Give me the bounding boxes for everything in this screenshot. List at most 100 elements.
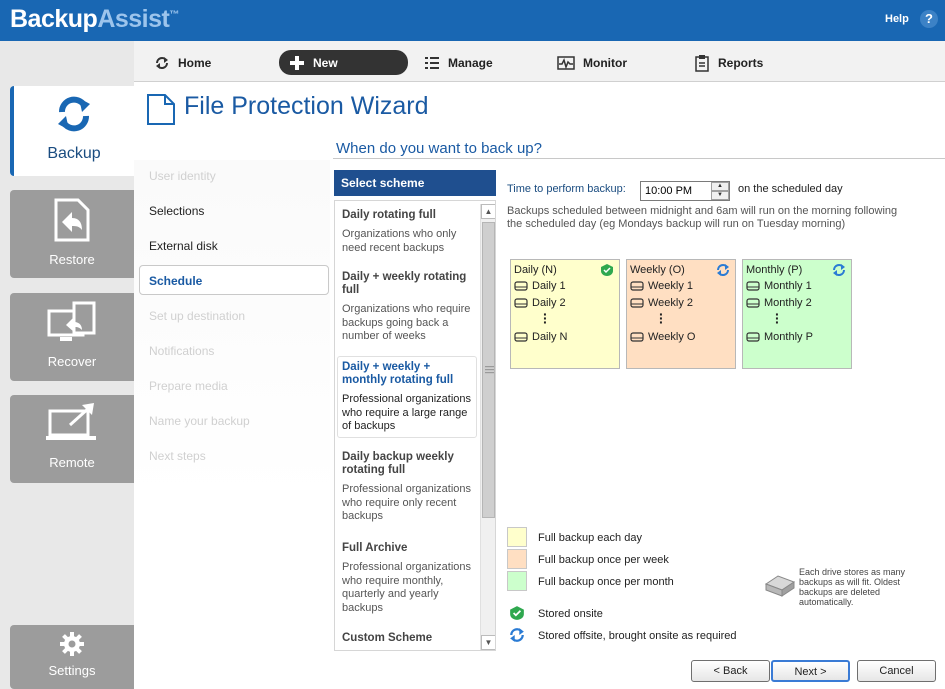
scheme-item[interactable]: Daily + weekly rotating full Organizatio… <box>342 271 477 344</box>
offsite-sync-icon <box>509 627 525 646</box>
remote-icon <box>46 403 98 446</box>
drive-item: Daily 1 <box>514 280 566 292</box>
heading-divider <box>333 158 945 159</box>
scheme-desc: Professional organizations who require o… <box>342 483 472 522</box>
legend-daily: Full backup each day <box>538 532 642 544</box>
weekly-rotation-box: Weekly (O) Weekly 1 Weekly 2 · · · Weekly … <box>626 259 736 369</box>
nav-backup[interactable]: Backup <box>10 86 134 176</box>
scheme-desc: Organizations who only need recent backu… <box>342 228 457 254</box>
monitor-pulse-icon <box>557 55 575 70</box>
nav-backup-label: Backup <box>47 145 101 162</box>
cancel-button[interactable]: Cancel <box>857 660 936 682</box>
new-button[interactable]: New <box>279 50 408 75</box>
scheme-item[interactable]: Full Archive Professional organizations … <box>342 542 477 615</box>
hard-drive-icon <box>764 574 796 601</box>
legend-swatch-weekly <box>507 549 527 569</box>
daily-title: Daily (N) <box>514 264 557 276</box>
step-next-steps: Next steps <box>149 449 206 463</box>
nav-recover[interactable]: Recover <box>10 293 134 381</box>
drive-item: Monthly 1 <box>746 280 812 292</box>
scheme-desc: Professional organizations who require m… <box>342 561 472 614</box>
nav-recover-label: Recover <box>47 354 97 369</box>
schedule-heading: When do you want to back up? <box>336 140 542 157</box>
step-schedule[interactable]: Schedule <box>149 274 202 288</box>
drive-item: Weekly O <box>630 331 695 343</box>
backup-sync-icon <box>54 94 94 137</box>
drive-icon <box>746 332 760 342</box>
drive-item: Daily 2 <box>514 297 566 309</box>
scroll-up-arrow-icon[interactable]: ▲ <box>481 204 495 219</box>
nav-settings[interactable]: Settings <box>10 625 134 689</box>
step-selections[interactable]: Selections <box>149 204 204 218</box>
monitor-label: Monitor <box>583 55 627 70</box>
scheme-item[interactable]: Daily backup weekly rotating full Profes… <box>342 451 477 524</box>
weekly-title: Weekly (O) <box>630 264 685 276</box>
list-icon <box>425 56 439 69</box>
new-label: New <box>313 55 338 70</box>
time-suffix: on the scheduled day <box>738 183 843 195</box>
drive-item: Monthly P <box>746 331 813 343</box>
back-button[interactable]: < Back <box>691 660 770 682</box>
daily-rotation-box: Daily (N) Daily 1 Daily 2 · · · Daily N <box>510 259 620 369</box>
main-toolbar: Home New Manage Monitor Reports <box>134 41 945 82</box>
scrollbar-thumb[interactable]: — — — <box>482 222 495 518</box>
drive-icon <box>630 298 644 308</box>
manage-button[interactable]: Manage <box>424 50 493 75</box>
scheme-item[interactable]: Custom Scheme <box>342 632 477 645</box>
scroll-down-arrow-icon[interactable]: ▼ <box>481 635 495 650</box>
legend-monthly: Full backup once per month <box>538 576 674 588</box>
time-label: Time to perform backup: <box>507 183 626 195</box>
drive-item: Daily N <box>514 331 567 343</box>
document-icon <box>146 93 176 129</box>
ellipsis-vertical-icon: · · · <box>659 306 664 330</box>
drive-icon <box>514 332 528 342</box>
monitor-button[interactable]: Monitor <box>557 50 627 75</box>
help-link[interactable]: Help <box>885 13 909 25</box>
legend-swatch-monthly <box>507 571 527 591</box>
nav-remote[interactable]: Remote <box>10 395 134 483</box>
step-prepare-media: Prepare media <box>149 379 228 393</box>
step-external-disk[interactable]: External disk <box>149 239 218 253</box>
restore-icon <box>52 198 92 245</box>
onsite-shield-icon <box>600 263 614 280</box>
wizard-title: File Protection Wizard <box>184 92 429 120</box>
legend-offsite: Stored offsite, brought onsite as requir… <box>538 630 737 642</box>
legend-weekly: Full backup once per week <box>538 554 669 566</box>
grip-icon: — — — <box>485 361 494 377</box>
next-button[interactable]: Next > <box>771 660 850 682</box>
scheme-list-header: Select scheme <box>334 170 496 196</box>
scheme-scrollbar[interactable]: ▲ — — — ▼ <box>480 204 495 650</box>
spin-up-icon[interactable]: ▲ <box>711 182 729 191</box>
recover-icon <box>46 301 98 348</box>
drive-item: Weekly 1 <box>630 280 693 292</box>
scheme-list: Daily rotating full Organizations who on… <box>334 200 496 651</box>
scheme-name: Daily rotating full <box>342 209 436 221</box>
step-notifications: Notifications <box>149 344 215 358</box>
monthly-rotation-box: Monthly (P) Monthly 1 Monthly 2 · · · Mont… <box>742 259 852 369</box>
scheme-name: Daily + weekly rotating full <box>342 271 467 296</box>
help-icon[interactable]: ? <box>920 10 938 28</box>
plus-icon <box>290 55 304 70</box>
home-label: Home <box>178 55 212 70</box>
home-button[interactable]: Home <box>154 50 211 75</box>
gear-icon <box>59 631 85 660</box>
reports-label: Reports <box>718 55 764 70</box>
scheme-item[interactable]: Daily rotating full Organizations who on… <box>342 209 477 255</box>
time-spinner[interactable]: ▲ ▼ <box>711 182 729 200</box>
legend-onsite: Stored onsite <box>538 608 603 620</box>
drive-icon <box>514 298 528 308</box>
nav-restore[interactable]: Restore <box>10 190 134 278</box>
scheme-desc: Organizations who require backups going … <box>342 303 471 342</box>
spin-down-icon[interactable]: ▼ <box>711 191 729 200</box>
scheme-desc: Professional organizations who require a… <box>342 393 472 432</box>
manage-label: Manage <box>448 55 493 70</box>
drive-icon <box>746 298 760 308</box>
legend-swatch-daily <box>507 527 527 547</box>
schedule-note: Backups scheduled between midnight and 6… <box>507 205 898 230</box>
drive-note: Each drive stores as many backups as wil… <box>799 567 906 607</box>
scheme-item-selected[interactable]: Daily + weekly + monthly rotating full P… <box>342 361 477 434</box>
scheme-name: Daily + weekly + monthly rotating full <box>342 361 454 386</box>
step-set-up-destination: Set up destination <box>149 309 246 323</box>
reports-button[interactable]: Reports <box>694 50 763 75</box>
scheme-name: Custom Scheme <box>342 632 433 644</box>
